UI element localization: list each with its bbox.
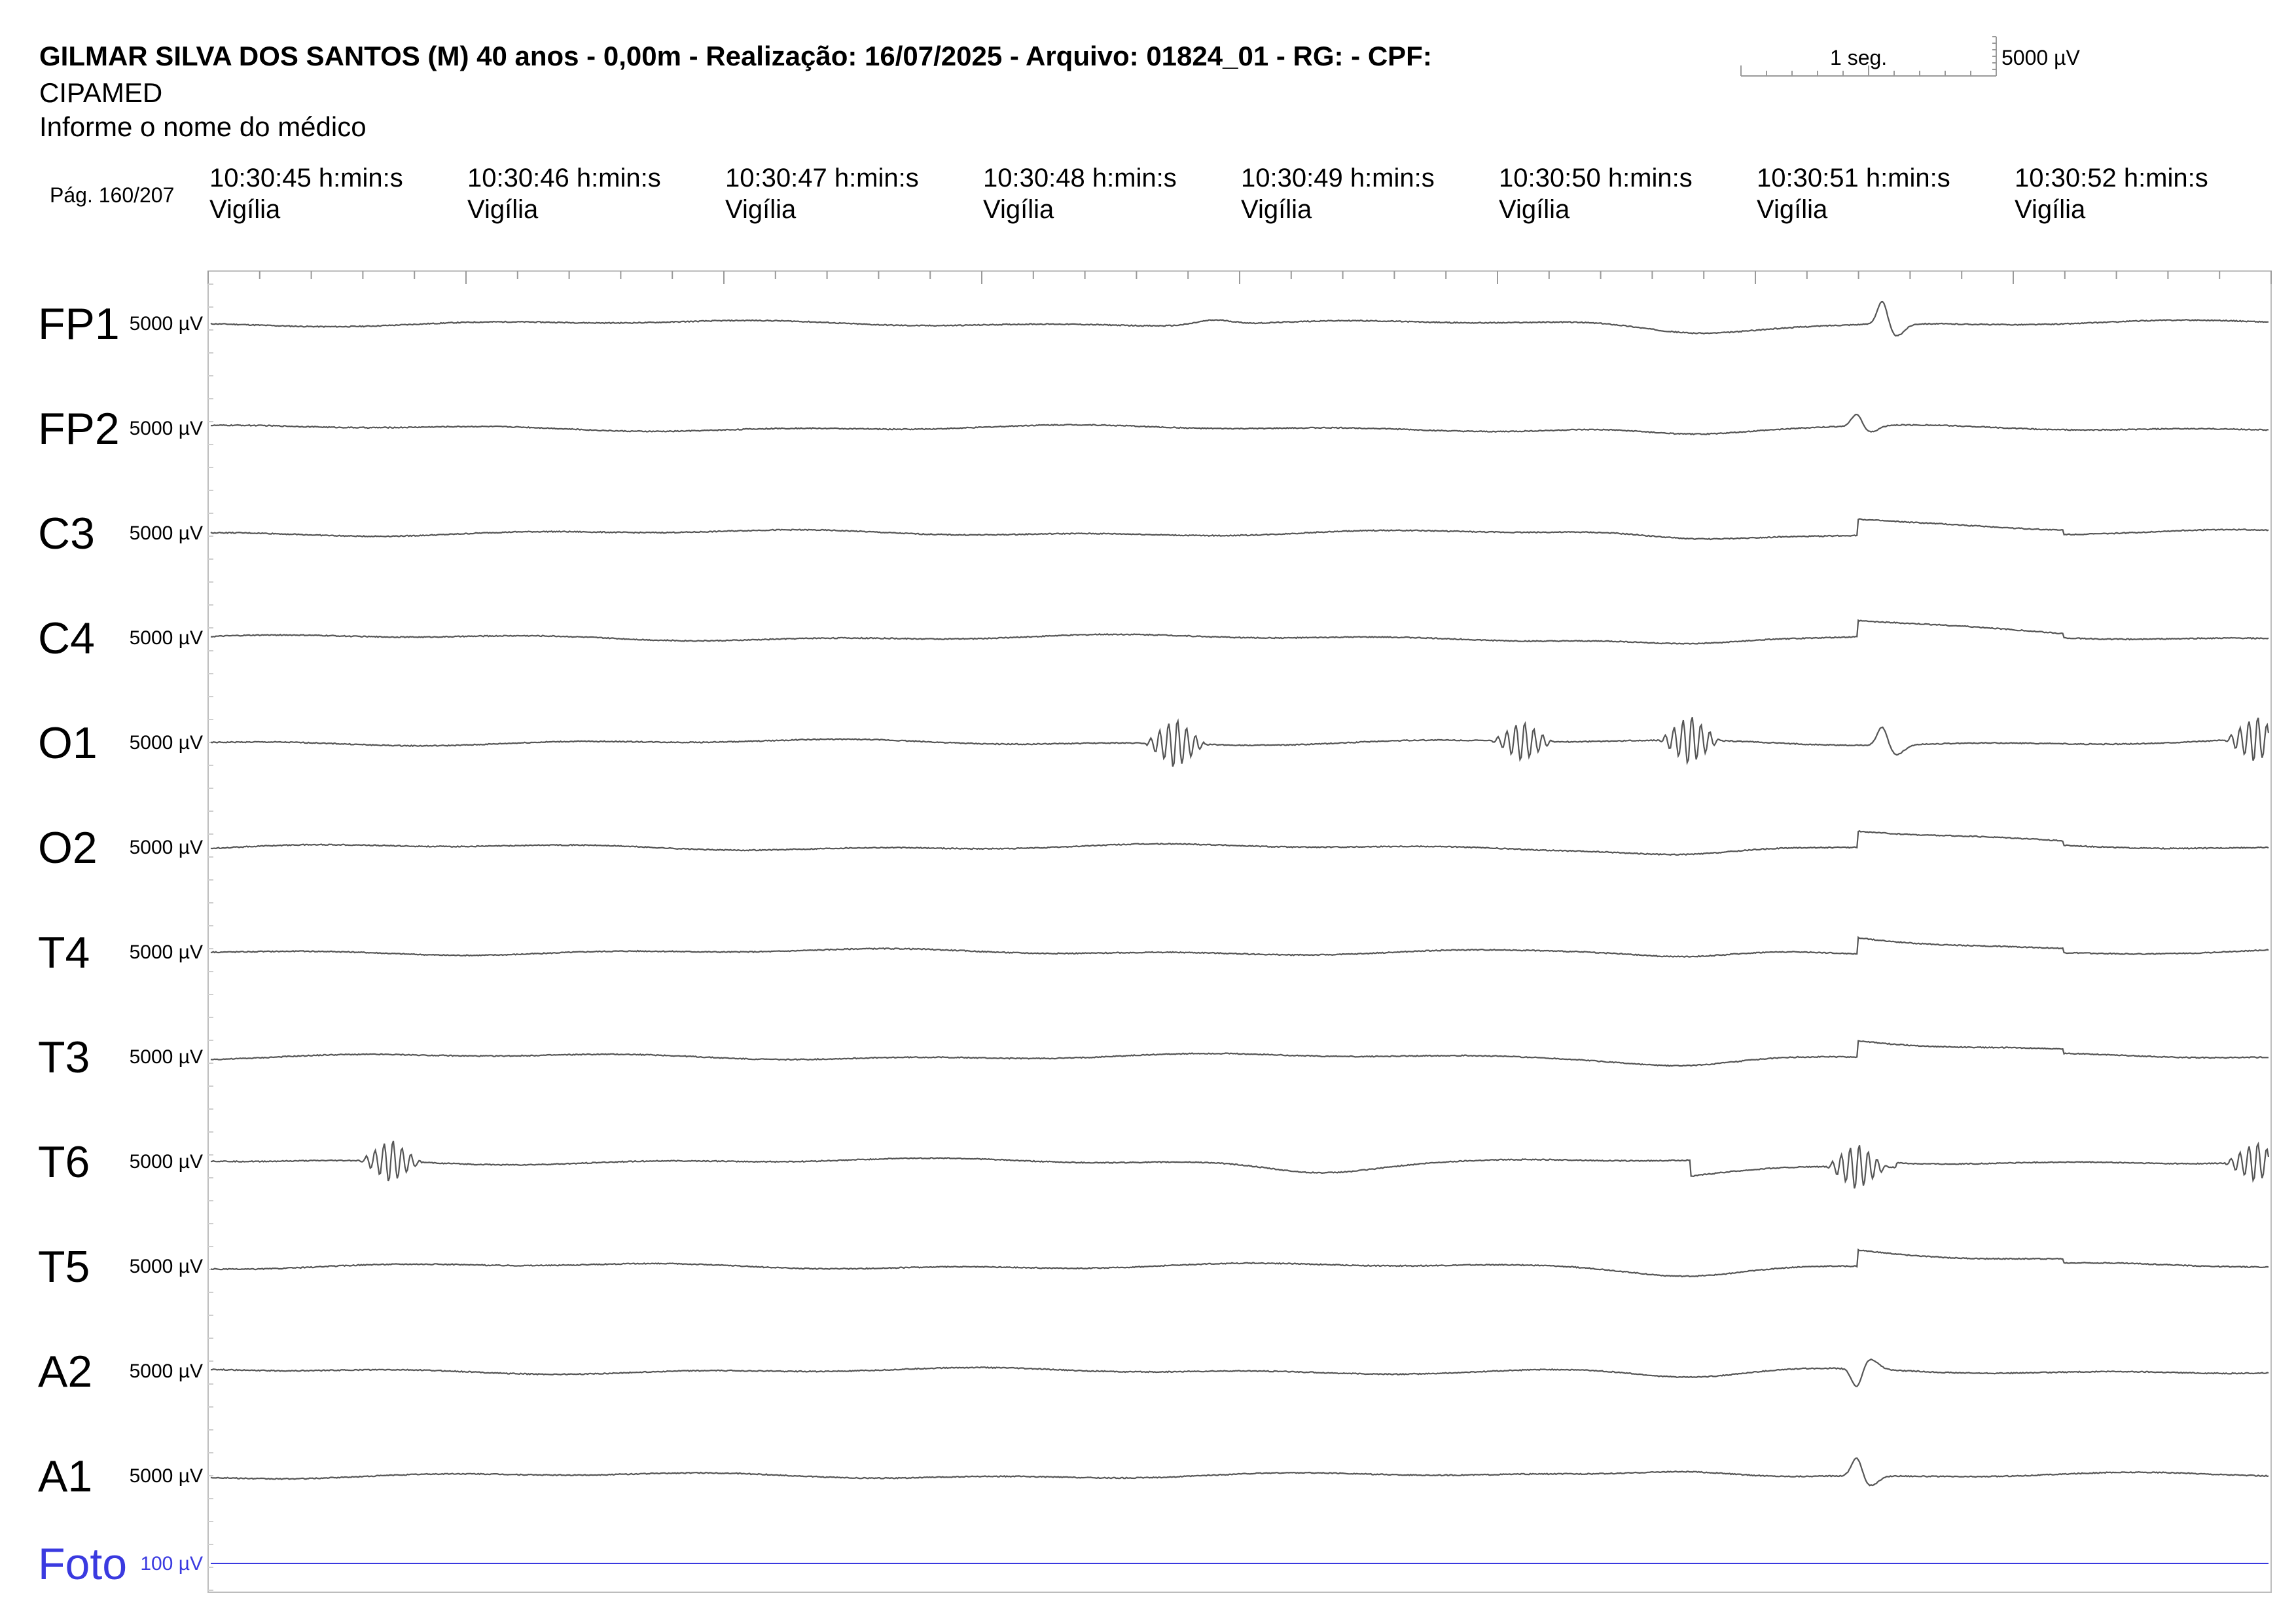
channel-sensitivity: 5000 µV xyxy=(130,313,203,335)
channel-sensitivity: 5000 µV xyxy=(130,837,203,858)
eeg-trace xyxy=(210,301,2269,337)
channel-label: O1 xyxy=(38,718,98,768)
channel-label: A1 xyxy=(38,1451,92,1501)
eeg-trace xyxy=(210,1040,2269,1067)
channel-label: FP2 xyxy=(38,404,120,454)
channel-sensitivity: 5000 µV xyxy=(130,1465,203,1487)
channel-sensitivity: 5000 µV xyxy=(130,418,203,439)
eeg-trace xyxy=(210,1248,2269,1278)
channel-sensitivity: 100 µV xyxy=(140,1553,203,1575)
eeg-trace xyxy=(210,518,2269,541)
channel-sensitivity: 5000 µV xyxy=(130,732,203,754)
plot-frame xyxy=(207,270,2272,1593)
channel-label: Foto xyxy=(38,1539,127,1589)
channel-label: T3 xyxy=(38,1032,90,1082)
channel-label: T4 xyxy=(38,928,90,977)
channel-sensitivity: 5000 µV xyxy=(130,1151,203,1173)
channel-sensitivity: 5000 µV xyxy=(130,522,203,544)
eeg-trace xyxy=(211,1358,2269,1387)
channel-label: T6 xyxy=(38,1137,90,1187)
channel-sensitivity: 5000 µV xyxy=(130,941,203,963)
eeg-trace xyxy=(210,414,2269,435)
channel-label: O2 xyxy=(38,823,98,873)
channel-label: T5 xyxy=(38,1242,90,1292)
channel-label: C4 xyxy=(38,613,95,663)
eeg-trace xyxy=(210,619,2269,645)
eeg-trace xyxy=(210,830,2269,856)
channel-label: FP1 xyxy=(38,299,120,349)
eeg-trace xyxy=(210,1140,2270,1189)
eeg-trace xyxy=(210,936,2269,958)
channel-sensitivity: 5000 µV xyxy=(130,1360,203,1382)
channel-label: C3 xyxy=(38,509,95,558)
channel-sensitivity: 5000 µV xyxy=(130,1046,203,1068)
channel-label: A2 xyxy=(38,1347,92,1396)
channel-sensitivity: 5000 µV xyxy=(130,1256,203,1277)
eeg-chart: FP1 5000 µV FP2 5000 µV C3 5000 µV C4 5000 µV O1… xyxy=(38,36,2272,1593)
eeg-trace xyxy=(210,1457,2269,1487)
eeg-trace xyxy=(210,717,2270,767)
channel-sensitivity: 5000 µV xyxy=(130,627,203,649)
